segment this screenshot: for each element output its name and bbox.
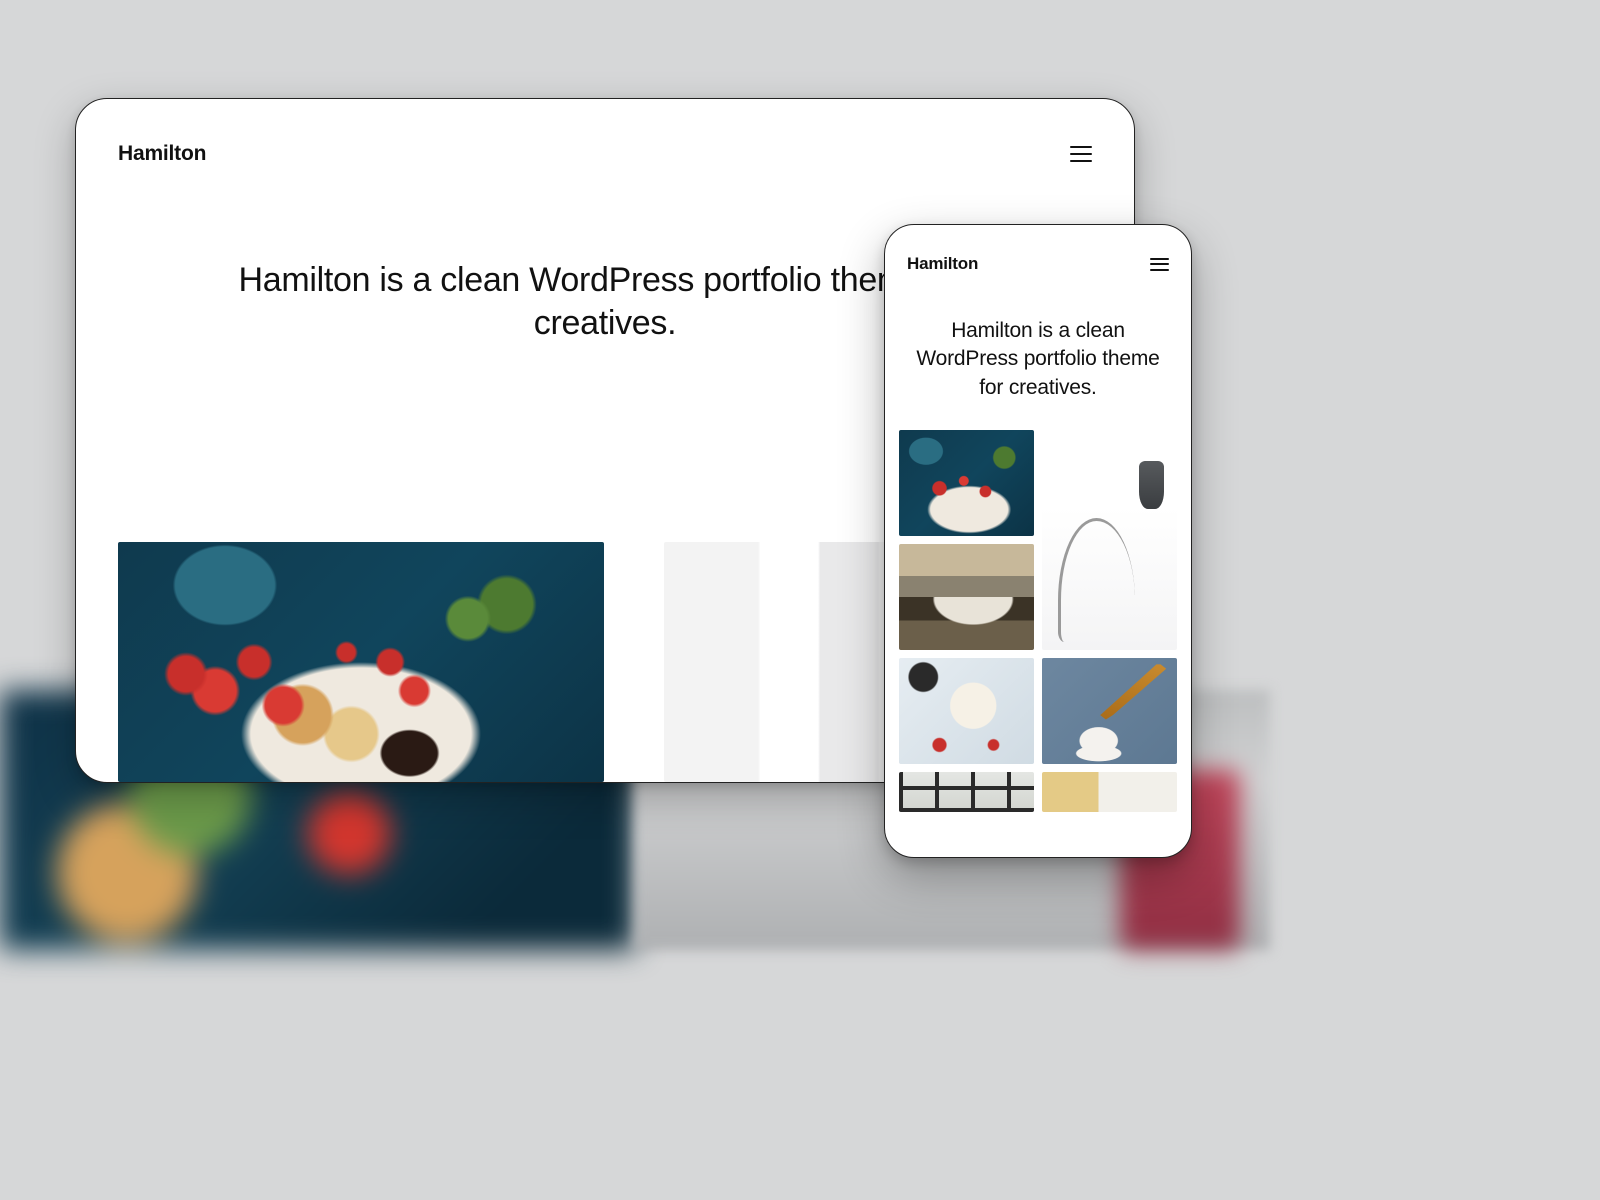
thumb-mountain[interactable] [899, 544, 1034, 650]
thumb-partial[interactable] [1042, 772, 1177, 812]
thumb-honey[interactable] [1042, 658, 1177, 764]
site-brand[interactable]: Hamilton [118, 142, 206, 166]
thumb-food-platter[interactable] [899, 430, 1034, 536]
site-tagline-mobile: Hamilton is a clean WordPress portfolio … [885, 281, 1191, 430]
mobile-gallery-grid [885, 430, 1191, 812]
mobile-header: Hamilton [885, 225, 1191, 281]
thumb-window[interactable] [899, 772, 1034, 812]
hamburger-icon[interactable] [1070, 146, 1092, 162]
hamburger-icon[interactable] [1150, 258, 1169, 271]
portfolio-tile-food[interactable] [118, 542, 604, 782]
site-brand-mobile[interactable]: Hamilton [907, 254, 978, 274]
thumb-breakfast[interactable] [899, 658, 1034, 764]
desktop-header: Hamilton [76, 99, 1134, 179]
thumb-white-interior[interactable] [1042, 430, 1177, 650]
mobile-preview-frame: Hamilton Hamilton is a clean WordPress p… [884, 224, 1192, 858]
